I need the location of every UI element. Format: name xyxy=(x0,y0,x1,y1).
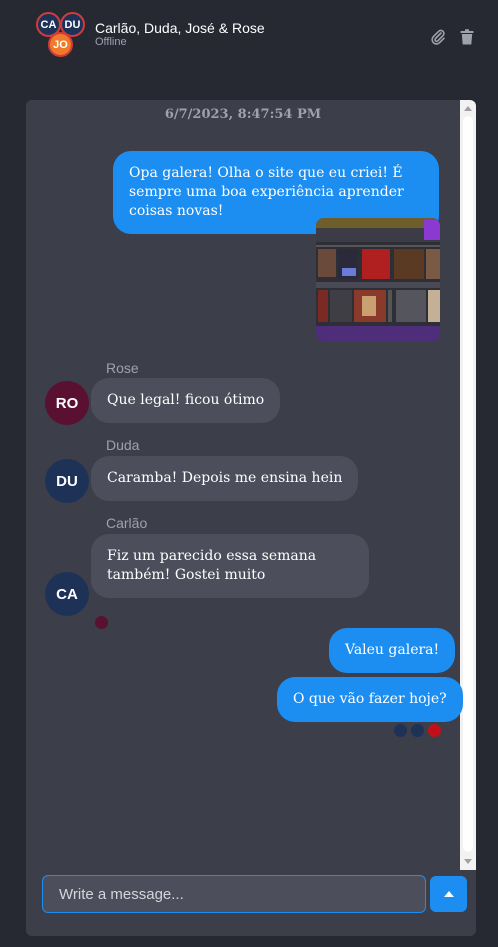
scrollbar-thumb[interactable] xyxy=(463,116,473,852)
avatar: DU xyxy=(45,459,89,503)
image-message[interactable] xyxy=(316,218,440,342)
sender-name: Duda xyxy=(106,437,140,453)
message-panel: 6/7/2023, 8:47:54 PM Opa galera! Olha o … xyxy=(26,100,476,936)
send-arrow-up-icon xyxy=(443,891,454,897)
message-bubble: O que vão fazer hoje? xyxy=(277,677,463,722)
avatar: RO xyxy=(45,381,89,425)
paperclip-icon[interactable] xyxy=(429,28,447,46)
read-receipt-avatar xyxy=(95,616,108,629)
scrollbar[interactable] xyxy=(460,100,476,870)
avatar: JO xyxy=(48,32,73,57)
trash-icon[interactable] xyxy=(458,28,476,46)
read-receipt-avatar xyxy=(428,724,441,737)
message-bubble: Caramba! Depois me ensina hein xyxy=(91,456,359,501)
chat-title: Carlão, Duda, José & Rose xyxy=(95,20,265,36)
scroll-up-icon[interactable] xyxy=(464,106,472,111)
send-button[interactable] xyxy=(430,876,467,912)
message-bubble: Valeu galera! xyxy=(329,628,456,673)
message-input[interactable] xyxy=(42,875,426,913)
chat-header: CA DU JO Carlão, Duda, José & Rose Offli… xyxy=(0,0,498,72)
website-screenshot-image xyxy=(316,218,440,342)
sender-name: Rose xyxy=(106,360,139,376)
read-receipt-avatar xyxy=(394,724,407,737)
group-avatar: CA DU JO xyxy=(36,12,86,57)
message-timestamp: 6/7/2023, 8:47:54 PM xyxy=(164,107,322,122)
read-receipt-avatar xyxy=(411,724,424,737)
scroll-down-icon[interactable] xyxy=(464,859,472,864)
chat-status: Offline xyxy=(95,36,127,48)
avatar: CA xyxy=(45,572,89,616)
message-bubble: Que legal! ficou ótimo xyxy=(91,378,281,423)
sender-name: Carlão xyxy=(106,515,148,531)
message-bubble: Fiz um parecido essa semana também! Gost… xyxy=(91,534,369,598)
